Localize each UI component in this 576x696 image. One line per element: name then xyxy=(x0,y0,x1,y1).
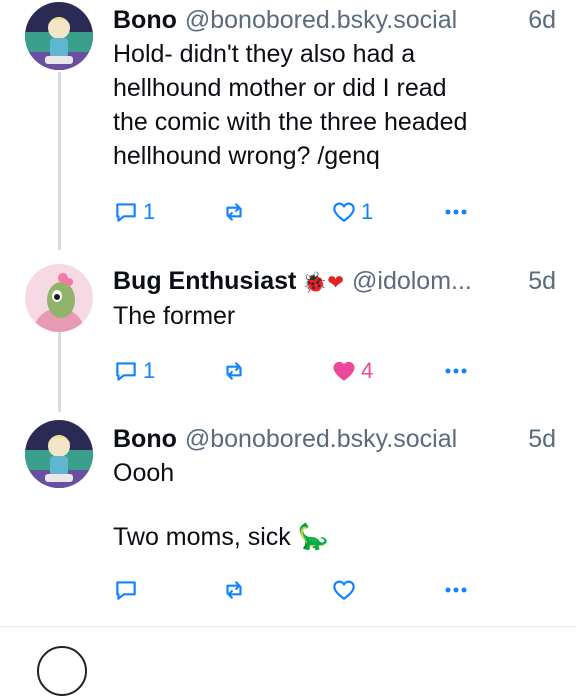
post-header: Bug Enthusiast 🐞❤ @idolom... 5d xyxy=(113,264,556,299)
author-name[interactable]: Bono xyxy=(113,3,177,37)
post-actions: 1 1 xyxy=(113,197,471,227)
more-button[interactable] xyxy=(441,358,471,384)
reply-button[interactable]: 1 xyxy=(113,358,221,384)
repost-button[interactable] xyxy=(221,577,331,603)
avatar[interactable] xyxy=(25,264,93,332)
post-time[interactable]: 6d xyxy=(516,3,556,37)
post-content: Bug Enthusiast 🐞❤ @idolom... 5d The form… xyxy=(113,264,556,333)
post-content: Bono @bonobored.bsky.social 6d Hold- did… xyxy=(113,3,556,173)
post-text-line: Hold- didn't they also had a xyxy=(113,40,416,68)
post-text-line: hellhound mother or did I read xyxy=(113,74,447,102)
reply-icon xyxy=(116,362,136,381)
reply-count: 1 xyxy=(143,199,156,224)
author-name[interactable]: Bono xyxy=(113,422,177,456)
post-time[interactable]: 5d xyxy=(516,264,556,298)
more-icon xyxy=(445,587,467,593)
post-actions xyxy=(113,575,471,605)
reply-button[interactable] xyxy=(113,577,221,603)
post-content: Bono @bonobored.bsky.social 5d Oooh Two … xyxy=(113,422,556,554)
post-text-line: hellhound wrong? /genq xyxy=(113,142,380,170)
post-text-line: the comic with the three headed xyxy=(113,108,468,136)
post-text: Hold- didn't they also had a hellhound m… xyxy=(113,37,556,173)
like-count: 4 xyxy=(361,358,374,383)
author-handle[interactable]: @bonobored.bsky.social xyxy=(185,422,457,456)
post-header: Bono @bonobored.bsky.social 6d xyxy=(113,3,556,37)
post-actions: 1 4 xyxy=(113,356,471,386)
post-time[interactable]: 5d xyxy=(516,422,556,456)
more-icon xyxy=(445,368,467,374)
heart-icon xyxy=(333,361,355,381)
repost-icon xyxy=(226,581,242,599)
author-handle[interactable]: @idolom... xyxy=(352,264,472,298)
like-button[interactable]: 4 xyxy=(331,358,441,384)
reply-count: 1 xyxy=(143,358,156,383)
post-text: Oooh Two moms, sick 🦕 xyxy=(113,456,556,554)
reply-icon xyxy=(116,581,136,600)
avatar[interactable] xyxy=(25,420,93,488)
reply-button[interactable]: 1 xyxy=(113,199,221,225)
heart-icon xyxy=(333,580,355,600)
repost-button[interactable] xyxy=(221,199,331,225)
like-count: 1 xyxy=(361,199,374,224)
post-text: The former xyxy=(113,299,556,333)
reply-icon xyxy=(116,203,136,222)
post-text-line: Two moms, sick 🦕 xyxy=(113,523,329,551)
like-button[interactable]: 1 xyxy=(331,199,441,225)
post-header: Bono @bonobored.bsky.social 5d xyxy=(113,422,556,456)
author-emoji: 🐞❤ xyxy=(302,270,345,294)
author-handle[interactable]: @bonobored.bsky.social xyxy=(185,3,457,37)
avatar[interactable] xyxy=(25,2,93,70)
repost-button[interactable] xyxy=(221,358,331,384)
author-name[interactable]: Bug Enthusiast xyxy=(113,264,296,298)
repost-icon xyxy=(226,362,242,380)
heart-icon xyxy=(333,202,355,222)
more-button[interactable] xyxy=(441,577,471,603)
repost-icon xyxy=(226,203,242,221)
like-button[interactable] xyxy=(331,577,441,603)
more-button[interactable] xyxy=(441,199,471,225)
more-icon xyxy=(445,209,467,215)
post-text-line: Oooh xyxy=(113,459,175,487)
post-text-line: The former xyxy=(113,302,236,330)
divider xyxy=(0,626,576,627)
